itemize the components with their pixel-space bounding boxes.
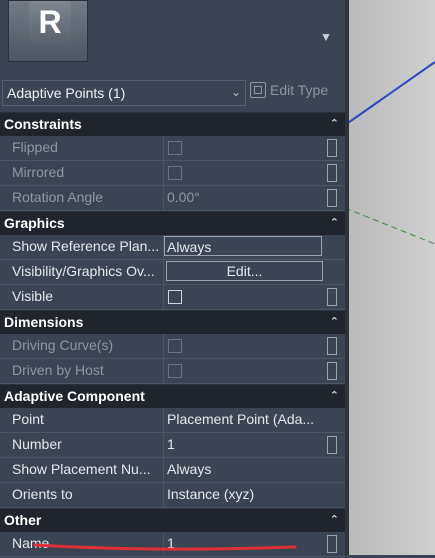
orients-to-value[interactable]: Instance (xyz) [167, 486, 322, 502]
driven-by-host-checkbox[interactable] [168, 364, 182, 378]
collapse-icon[interactable]: ⌃ [330, 385, 339, 408]
property-row-orients-to: Orients to Instance (xyz) [0, 483, 345, 508]
element-filter-row: Adaptive Points (1) ⌄ Edit Type [0, 78, 345, 106]
column-divider [163, 458, 164, 482]
column-divider [163, 136, 164, 160]
column-divider [163, 433, 164, 457]
property-label: Point [12, 411, 44, 427]
point-value[interactable]: Placement Point (Ada... [167, 411, 322, 427]
parameter-button[interactable] [327, 189, 337, 207]
mirrored-checkbox[interactable] [168, 166, 182, 180]
parameter-button[interactable] [327, 164, 337, 182]
group-dimensions[interactable]: Dimensions ⌃ [0, 310, 345, 334]
parameter-button[interactable] [327, 288, 337, 306]
property-label: Orients to [12, 486, 73, 502]
column-divider [163, 161, 164, 185]
type-selector-area: R ▼ [0, 0, 345, 78]
edit-type-label: Edit Type [270, 82, 329, 98]
property-label: Driven by Host [12, 362, 104, 378]
property-label: Driving Curve(s) [12, 337, 114, 353]
group-constraints[interactable]: Constraints ⌃ [0, 112, 345, 136]
column-divider [163, 186, 164, 210]
group-title: Constraints [4, 116, 82, 132]
parameter-button[interactable] [327, 139, 337, 157]
family-thumbnail[interactable]: R [8, 0, 88, 62]
column-divider [163, 408, 164, 432]
property-row-flipped: Flipped [0, 136, 345, 161]
group-other[interactable]: Other ⌃ [0, 508, 345, 532]
property-row-mirrored: Mirrored [0, 161, 345, 186]
property-row-number: Number 1 [0, 433, 345, 458]
visible-checkbox[interactable] [168, 290, 182, 304]
visibility-graphics-edit-button[interactable]: Edit... [166, 261, 323, 281]
group-title: Dimensions [4, 314, 84, 330]
property-row-visible: Visible [0, 285, 345, 310]
panel-splitter[interactable] [345, 0, 349, 555]
parameter-button[interactable] [327, 362, 337, 380]
property-row-name: Name 1 [0, 532, 345, 557]
property-label: Visible [12, 288, 53, 304]
group-title: Other [4, 512, 42, 528]
blue-model-line [344, 61, 435, 126]
column-divider [163, 260, 164, 284]
number-value[interactable]: 1 [167, 436, 322, 452]
group-title: Adaptive Component [4, 388, 145, 404]
type-dropdown-arrow-icon[interactable]: ▼ [320, 30, 332, 44]
flipped-checkbox[interactable] [168, 141, 182, 155]
property-label: Visibility/Graphics Ov... [12, 263, 155, 279]
edit-type-icon [250, 82, 266, 98]
drawing-viewport[interactable] [344, 0, 435, 555]
edit-type-button[interactable]: Edit Type [250, 82, 328, 98]
property-row-show-reference-plane: Show Reference Plan... Always [0, 235, 345, 260]
show-reference-plane-dropdown[interactable]: Always [164, 236, 322, 256]
property-label: Show Reference Plan... [12, 238, 160, 254]
column-divider [163, 334, 164, 358]
group-title: Graphics [4, 215, 65, 231]
revit-logo-icon: R [29, 1, 71, 43]
column-divider [163, 285, 164, 309]
property-label: Show Placement Nu... [12, 461, 151, 477]
property-row-visibility-graphics: Visibility/Graphics Ov... Edit... [0, 260, 345, 285]
properties-table: Constraints ⌃ Flipped Mirrored Rotation … [0, 112, 345, 557]
parameter-button[interactable] [327, 337, 337, 355]
property-label: Flipped [12, 139, 58, 155]
property-row-driving-curves: Driving Curve(s) [0, 334, 345, 359]
rotation-angle-value[interactable]: 0.00° [167, 189, 322, 205]
collapse-icon[interactable]: ⌃ [330, 212, 339, 235]
logo-letter: R [38, 3, 62, 40]
viewport-geometry [344, 61, 435, 245]
collapse-icon[interactable]: ⌃ [330, 509, 339, 532]
column-divider [163, 483, 164, 507]
green-reference-line [344, 207, 435, 245]
group-graphics[interactable]: Graphics ⌃ [0, 211, 345, 235]
property-row-driven-by-host: Driven by Host [0, 359, 345, 384]
column-divider [163, 359, 164, 383]
collapse-icon[interactable]: ⌃ [330, 311, 339, 334]
chevron-down-icon[interactable]: ⌄ [231, 85, 241, 99]
element-filter-dropdown[interactable]: Adaptive Points (1) ⌄ [2, 80, 246, 106]
driving-curves-checkbox[interactable] [168, 339, 182, 353]
element-filter-label: Adaptive Points (1) [7, 85, 126, 101]
parameter-button[interactable] [327, 535, 337, 553]
name-value[interactable]: 1 [167, 535, 322, 551]
collapse-icon[interactable]: ⌃ [330, 113, 339, 136]
property-label: Number [12, 436, 62, 452]
column-divider [163, 532, 164, 556]
show-placement-number-value[interactable]: Always [167, 461, 322, 477]
property-label: Rotation Angle [12, 189, 104, 205]
property-row-show-placement-number: Show Placement Nu... Always [0, 458, 345, 483]
property-label: Name [12, 535, 50, 551]
property-row-rotation-angle: Rotation Angle 0.00° [0, 186, 345, 211]
parameter-button[interactable] [327, 436, 337, 454]
property-row-point: Point Placement Point (Ada... [0, 408, 345, 433]
property-label: Mirrored [12, 164, 65, 180]
group-adaptive-component[interactable]: Adaptive Component ⌃ [0, 384, 345, 408]
